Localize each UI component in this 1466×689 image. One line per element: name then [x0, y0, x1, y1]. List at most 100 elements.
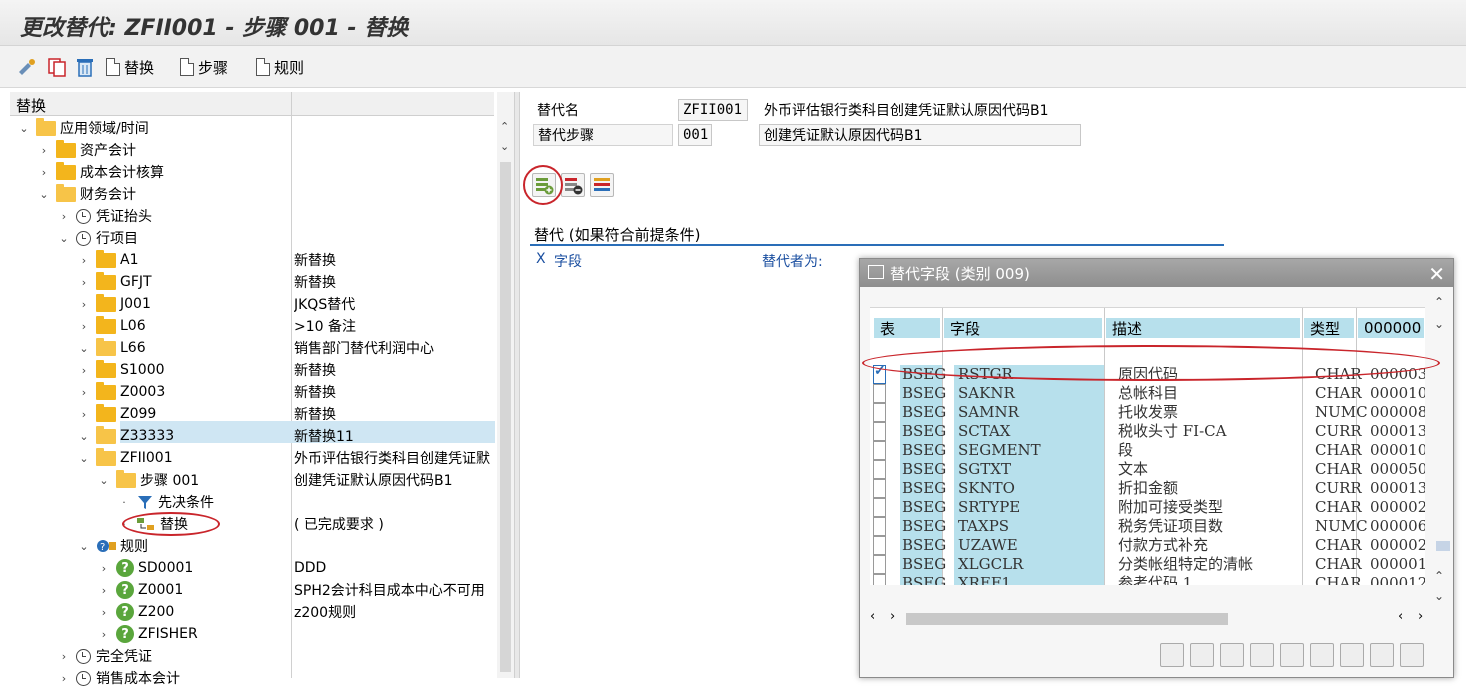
- grid-hscroll[interactable]: ‹ › ‹ ›: [870, 609, 1425, 629]
- copy-icon[interactable]: [46, 56, 68, 78]
- col-header-table[interactable]: 表: [874, 318, 940, 338]
- tree-node-l66[interactable]: ⌄ L66: [78, 337, 146, 359]
- table-row[interactable]: BSEG SGTXT 文本 CHAR 000050: [870, 460, 1425, 479]
- row-checkbox[interactable]: [873, 479, 886, 498]
- tree-node-step-001[interactable]: ⌄ 步骤 001: [98, 469, 199, 491]
- grid-scroll-up-icon[interactable]: ⌃: [1434, 569, 1444, 583]
- table-row[interactable]: BSEG SKNTO 折扣金额 CURR 000013: [870, 479, 1425, 498]
- table-row[interactable]: BSEG SEGMENT 段 CHAR 000010: [870, 441, 1425, 460]
- row-checkbox[interactable]: [873, 517, 886, 536]
- row-checkbox[interactable]: [873, 460, 886, 479]
- prev-page-button[interactable]: [1220, 643, 1244, 667]
- col-header-field[interactable]: 字段: [944, 318, 1102, 338]
- table-row[interactable]: BSEG SRTYPE 附加可接受类型 CHAR 000002: [870, 498, 1425, 517]
- step-button[interactable]: 步骤: [180, 56, 228, 78]
- formula-editor-button[interactable]: [590, 173, 614, 197]
- tree-node-financial-accounting[interactable]: ⌄ 财务会计: [38, 183, 136, 205]
- tree-node-a1[interactable]: › A1: [78, 249, 138, 271]
- tree-node-z33333[interactable]: ⌄ Z33333: [78, 425, 174, 447]
- table-row[interactable]: BSEG XLGCLR 分类帐组特定的清帐 CHAR 000001: [870, 555, 1425, 574]
- col-header-desc[interactable]: 描述: [1106, 318, 1300, 338]
- title-bar: 更改替代: ZFII001 - 步骤 001 - 替换: [0, 0, 1466, 46]
- table-row[interactable]: BSEG XREF1 参考代码 1 CHAR 000012: [870, 574, 1425, 585]
- tree-node-sd0001[interactable]: ›? SD0001: [98, 557, 193, 579]
- scroll-right-icon[interactable]: ›: [890, 609, 895, 624]
- col-header-type[interactable]: 类型: [1304, 318, 1354, 338]
- tree-node-zfisher[interactable]: ›? ZFISHER: [98, 623, 198, 645]
- delete-icon[interactable]: [74, 56, 96, 78]
- tree-node-prerequisite[interactable]: · 先决条件: [118, 491, 214, 513]
- row-checkbox[interactable]: [873, 536, 886, 555]
- table-row[interactable]: BSEG TAXPS 税务凭证项目数 NUMC 000006: [870, 517, 1425, 536]
- table-row[interactable]: BSEG SAMNR 托收发票 NUMC 000008: [870, 403, 1425, 422]
- table-row[interactable]: BSEG UZAWE 付款方式补充 CHAR 000002: [870, 536, 1425, 555]
- hscroll-thumb[interactable]: [906, 613, 1228, 625]
- scroll-thumb[interactable]: [500, 162, 511, 672]
- row-checkbox[interactable]: [873, 384, 886, 403]
- scroll-right-icon[interactable]: ›: [1418, 609, 1423, 624]
- folder-icon: [96, 403, 116, 422]
- first-page-button[interactable]: [1190, 643, 1214, 667]
- step-field[interactable]: 001: [678, 124, 712, 146]
- tree-node-app-area[interactable]: ⌄ 应用领域/时间: [18, 117, 149, 139]
- tree-scrollbar[interactable]: ⌃ ⌄: [497, 92, 514, 678]
- tree-node-z0001[interactable]: ›? Z0001: [98, 579, 183, 601]
- step-description[interactable]: 创建凭证默认原因代码B1: [759, 124, 1081, 146]
- col-header-length[interactable]: 000000: [1358, 318, 1424, 338]
- tree-node-s1000[interactable]: › S1000: [78, 359, 165, 381]
- row-checkbox[interactable]: [873, 422, 886, 441]
- tree-node-doc-header[interactable]: › 凭证抬头: [58, 205, 152, 227]
- scroll-up-icon[interactable]: ⌃: [500, 120, 509, 133]
- substitution-button[interactable]: 替换: [106, 56, 154, 78]
- tree-node-cos-accounting[interactable]: › 销售成本会计: [58, 667, 180, 689]
- table-row[interactable]: BSEG SCTAX 税收头寸 FI-CA CURR 000013: [870, 422, 1425, 441]
- scroll-left-icon[interactable]: ‹: [870, 609, 875, 624]
- select-all-button[interactable]: [1340, 643, 1364, 667]
- dialog-title: 替代字段 (类别 009): [860, 259, 1453, 287]
- save-button[interactable]: [1310, 643, 1334, 667]
- close-icon[interactable]: ✕: [1428, 262, 1445, 286]
- deselect-button[interactable]: [1370, 643, 1394, 667]
- name-label: 替代名: [537, 103, 579, 119]
- scroll-down-icon[interactable]: ⌄: [500, 140, 509, 153]
- name-field[interactable]: ZFII001: [678, 99, 748, 121]
- tree-node-line-item[interactable]: ⌄ 行项目: [58, 227, 138, 249]
- rules-icon: ?: [97, 540, 116, 553]
- tree-node-cost-accounting[interactable]: › 成本会计核算: [38, 161, 164, 183]
- annotation-oval: [523, 165, 563, 205]
- tree-desc: 新替换: [294, 407, 336, 423]
- rule-button[interactable]: 规则: [256, 56, 304, 78]
- window-icon: [868, 265, 884, 279]
- row-checkbox[interactable]: [873, 574, 886, 585]
- confirm-button[interactable]: [1160, 643, 1184, 667]
- tree-node-z200[interactable]: ›? Z200: [98, 601, 174, 623]
- delete-row-button[interactable]: [561, 173, 585, 197]
- tree-node-zfii001[interactable]: ⌄ ZFII001: [78, 447, 173, 469]
- cancel-button[interactable]: [1400, 643, 1424, 667]
- grid-scroll-down-icon[interactable]: ⌄: [1434, 589, 1444, 603]
- tree-node-l06[interactable]: › L06: [78, 315, 146, 337]
- next-page-button[interactable]: [1250, 643, 1274, 667]
- grid-scroll-thumb[interactable]: [1436, 541, 1450, 551]
- tree-node-j001[interactable]: › J001: [78, 293, 151, 315]
- tree-node-rules[interactable]: ⌄ ? 规则: [78, 535, 148, 557]
- row-checkbox[interactable]: [873, 555, 886, 574]
- tree-node-asset-accounting[interactable]: › 资产会计: [38, 139, 136, 161]
- row-checkbox[interactable]: [873, 403, 886, 422]
- row-checkbox[interactable]: [873, 498, 886, 517]
- panel-splitter[interactable]: [514, 92, 520, 678]
- row-checkbox[interactable]: [873, 441, 886, 460]
- tree-node-complete-doc[interactable]: › 完全凭证: [58, 645, 152, 667]
- last-page-button[interactable]: [1280, 643, 1304, 667]
- tree-node-z0003[interactable]: › Z0003: [78, 381, 165, 403]
- display-change-icon[interactable]: [16, 56, 38, 78]
- grid-scroll-up-icon[interactable]: ⌃: [1434, 295, 1444, 309]
- question-icon: ?: [116, 603, 134, 621]
- tree-desc: ( 已完成要求 ): [294, 517, 384, 533]
- scroll-left-icon[interactable]: ‹: [1398, 609, 1403, 624]
- grid-scroll-down-icon[interactable]: ⌄: [1434, 317, 1444, 331]
- tree-node-gfjt[interactable]: › GFJT: [78, 271, 152, 293]
- question-icon: ?: [116, 559, 134, 577]
- tree-node-z099[interactable]: › Z099: [78, 403, 156, 425]
- table-row[interactable]: BSEG SAKNR 总帐科目 CHAR 000010: [870, 384, 1425, 403]
